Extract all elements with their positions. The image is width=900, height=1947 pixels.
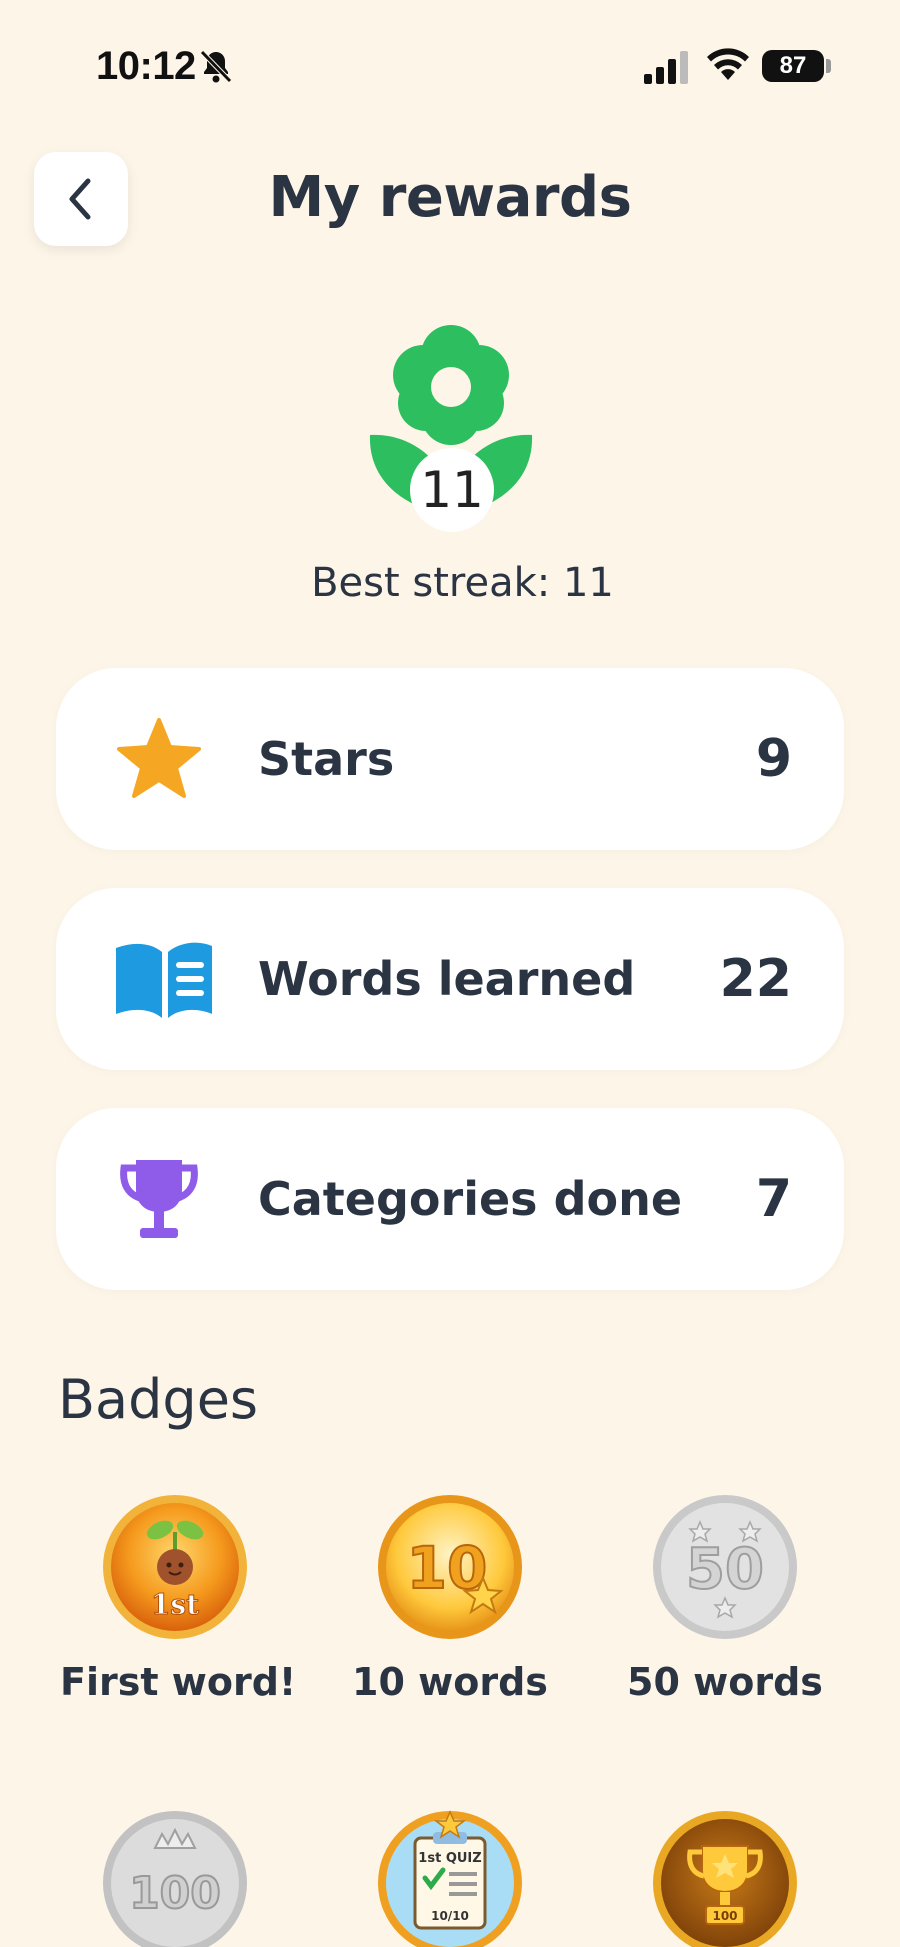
fifty-medal-icon: 50: [653, 1495, 797, 1639]
badge-first-quiz[interactable]: 1st QUIZ 10/10: [335, 1808, 565, 1947]
badge-trophy[interactable]: 100: [610, 1808, 840, 1947]
badge-medal-text: 1st: [151, 1588, 199, 1621]
badge-medal-text: 100: [129, 1868, 221, 1919]
quiz-medal-icon: 1st QUIZ 10/10: [378, 1810, 522, 1947]
wifi-icon: [707, 48, 749, 80]
badge-medal-text: 1st QUIZ: [418, 1851, 481, 1866]
stat-card-stars: Stars 9: [56, 668, 844, 850]
badge-medal-text: 50: [686, 1537, 764, 1602]
battery-level: 87: [779, 52, 807, 79]
stat-label: Categories done: [258, 1172, 683, 1226]
badge-50-words[interactable]: 50 50 words: [610, 1492, 840, 1704]
open-book-icon: [116, 942, 212, 1018]
ten-medal-icon: 10: [378, 1495, 522, 1639]
best-streak-label: Best streak: 11: [311, 560, 614, 606]
badge-100-words[interactable]: 100: [60, 1808, 290, 1947]
stat-value: 9: [755, 729, 792, 789]
status-bar: 10:12 87: [0, 0, 900, 130]
stat-card-words-learned: Words learned 22: [56, 888, 844, 1070]
badge-medal-subtext: 10/10: [431, 1909, 469, 1923]
sprout-medal-icon: 1st: [103, 1495, 247, 1639]
badges-heading: Badges: [58, 1368, 259, 1431]
star-icon: [117, 718, 201, 798]
stat-card-categories-done: Categories done 7: [56, 1108, 844, 1290]
badge-10-words[interactable]: 10 10 words: [335, 1492, 565, 1704]
badge-label: First word!: [60, 1660, 297, 1704]
hundred-medal-icon: 100: [103, 1811, 247, 1947]
badge-first-word[interactable]: 1st First word!: [60, 1492, 297, 1704]
battery-cap: [826, 59, 831, 73]
badge-medal-text: 100: [712, 1909, 737, 1923]
stat-value: 22: [719, 949, 792, 1009]
stat-label: Words learned: [258, 952, 636, 1006]
bell-off-icon: [200, 50, 232, 83]
signal-icon: [644, 51, 688, 84]
badge-label: 50 words: [627, 1660, 823, 1704]
trophy-medal-icon: 100: [653, 1811, 797, 1947]
stat-label: Stars: [258, 732, 395, 786]
badge-label: 10 words: [352, 1660, 548, 1704]
trophy-icon: [120, 1160, 198, 1238]
page-title: My rewards: [268, 165, 632, 230]
battery-indicator: 87: [762, 50, 824, 82]
stat-value: 7: [755, 1169, 792, 1229]
streak-counter: 11: [410, 448, 494, 532]
status-time: 10:12: [96, 44, 196, 88]
